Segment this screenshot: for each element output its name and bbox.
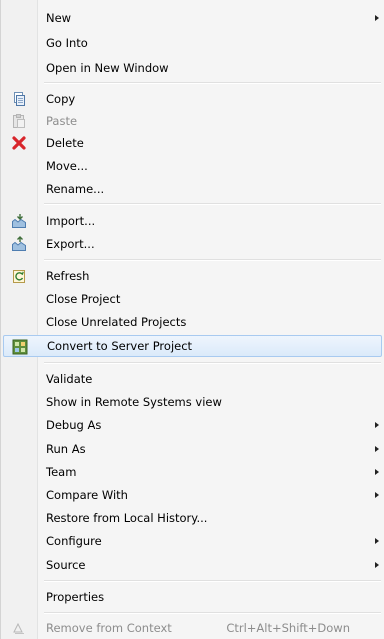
convert-server-icon <box>12 339 28 355</box>
menu-item-source[interactable]: Source <box>3 554 382 576</box>
menu-item-label: Show in Remote Systems view <box>46 395 222 409</box>
menu-item-rename[interactable]: Rename... <box>3 178 382 200</box>
context-menu: New Go Into Open in New Window Copy Past… <box>0 0 384 639</box>
menu-item-remove-from-context[interactable]: Remove from Context Ctrl+Alt+Shift+Down <box>3 617 382 639</box>
menu-item-convert-to-server-project[interactable]: Convert to Server Project <box>3 335 382 357</box>
copy-icon <box>11 91 27 107</box>
menu-item-label: Compare With <box>46 488 128 502</box>
menu-item-move[interactable]: Move... <box>3 155 382 177</box>
menu-item-label: Validate <box>46 372 93 386</box>
menu-item-configure[interactable]: Configure <box>3 530 382 552</box>
menu-item-label: Import... <box>46 214 96 228</box>
menu-item-run-as[interactable]: Run As <box>3 438 382 460</box>
menu-item-label: Go Into <box>46 36 88 50</box>
menu-item-team[interactable]: Team <box>3 461 382 483</box>
menu-item-label: Copy <box>46 92 76 106</box>
menu-item-shortcut: Ctrl+Alt+Shift+Down <box>226 621 350 635</box>
menu-item-label: Close Project <box>46 292 121 306</box>
menu-item-go-into[interactable]: Go Into <box>3 32 382 54</box>
menu-item-label: Convert to Server Project <box>47 339 193 353</box>
delete-icon <box>11 135 27 151</box>
menu-item-open-in-new-window[interactable]: Open in New Window <box>3 57 382 79</box>
menu-item-label: Rename... <box>46 182 105 196</box>
submenu-arrow-icon <box>375 538 379 544</box>
menu-item-label: Team <box>46 465 77 479</box>
menu-item-delete[interactable]: Delete <box>3 132 382 154</box>
menu-item-close-project[interactable]: Close Project <box>3 288 382 310</box>
submenu-arrow-icon <box>375 562 379 568</box>
menu-item-label: Remove from Context <box>46 621 172 635</box>
submenu-arrow-icon <box>375 492 379 498</box>
menu-separator <box>44 612 381 614</box>
paste-icon <box>11 113 27 129</box>
menu-item-refresh[interactable]: Refresh <box>3 265 382 287</box>
menu-item-label: Configure <box>46 534 102 548</box>
menu-item-new[interactable]: New <box>3 7 382 29</box>
submenu-arrow-icon <box>375 469 379 475</box>
menu-item-label: Debug As <box>46 418 102 432</box>
menu-item-label: Export... <box>46 237 95 251</box>
menu-separator <box>44 203 381 205</box>
export-icon <box>11 236 27 252</box>
menu-item-label: Run As <box>46 442 86 456</box>
submenu-arrow-icon <box>375 422 379 428</box>
menu-item-import[interactable]: Import... <box>3 210 382 232</box>
menu-item-label: Properties <box>46 590 105 604</box>
menu-item-properties[interactable]: Properties <box>3 586 382 608</box>
menu-item-paste[interactable]: Paste <box>3 110 382 132</box>
menu-separator <box>44 362 381 364</box>
menu-item-label: Delete <box>46 136 84 150</box>
menu-item-label: Move... <box>46 159 88 173</box>
submenu-arrow-icon <box>375 446 379 452</box>
menu-item-validate[interactable]: Validate <box>3 368 382 390</box>
menu-item-label: Refresh <box>46 269 90 283</box>
menu-item-restore-from-local-history[interactable]: Restore from Local History... <box>3 507 382 529</box>
refresh-icon <box>11 268 27 284</box>
remove-context-icon <box>11 620 27 636</box>
import-icon <box>11 213 27 229</box>
menu-item-export[interactable]: Export... <box>3 233 382 255</box>
menu-item-show-in-remote-systems-view[interactable]: Show in Remote Systems view <box>3 391 382 413</box>
menu-item-label: Open in New Window <box>46 61 169 75</box>
menu-item-label: Source <box>46 558 86 572</box>
menu-item-label: New <box>46 11 72 25</box>
menu-item-label: Close Unrelated Projects <box>46 315 187 329</box>
menu-item-label: Restore from Local History... <box>46 511 208 525</box>
menu-item-compare-with[interactable]: Compare With <box>3 484 382 506</box>
submenu-arrow-icon <box>375 15 379 21</box>
menu-item-close-unrelated-projects[interactable]: Close Unrelated Projects <box>3 311 382 333</box>
menu-item-label: Paste <box>46 114 78 128</box>
menu-separator <box>44 259 381 261</box>
menu-separator <box>44 580 381 582</box>
menu-item-debug-as[interactable]: Debug As <box>3 414 382 436</box>
menu-separator <box>44 82 381 84</box>
menu-item-copy[interactable]: Copy <box>3 88 382 110</box>
